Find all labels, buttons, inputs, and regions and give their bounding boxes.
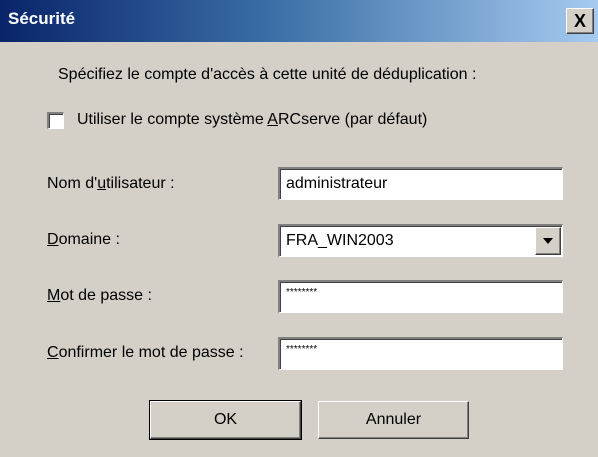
title-bar[interactable]: Sécurité X [0,0,598,42]
security-dialog: Sécurité X Spécifiez le compte d'accès à… [0,0,598,457]
domain-dropdown-button[interactable] [535,227,561,255]
chevron-down-icon [543,238,553,244]
domain-selected-value: FRA_WIN2003 [286,232,394,249]
domain-select[interactable]: FRA_WIN2003 [278,224,563,257]
domain-label: Domaine : [47,231,120,248]
username-field[interactable]: administrateur [278,167,563,200]
confirm-password-field[interactable]: ******** [278,337,563,370]
close-icon: X [573,10,586,31]
ok-button[interactable]: OK [149,400,302,440]
close-button[interactable]: X [566,8,594,34]
instruction-text: Spécifiez le compte d'accès à cette unit… [58,66,477,83]
username-label: Nom d'utilisateur : [47,175,175,192]
use-arcserve-account-row[interactable]: Utiliser le compte système ARCserve (par… [47,111,427,129]
use-arcserve-account-label[interactable]: Utiliser le compte système ARCserve (par… [77,111,427,129]
cancel-button[interactable]: Annuler [318,401,469,439]
confirm-password-label: Confirmer le mot de passe : [47,344,244,361]
window-title: Sécurité [8,9,76,28]
password-field[interactable]: ******** [278,280,563,313]
use-arcserve-account-checkbox[interactable] [47,111,64,129]
password-label: Mot de passe : [47,287,152,304]
